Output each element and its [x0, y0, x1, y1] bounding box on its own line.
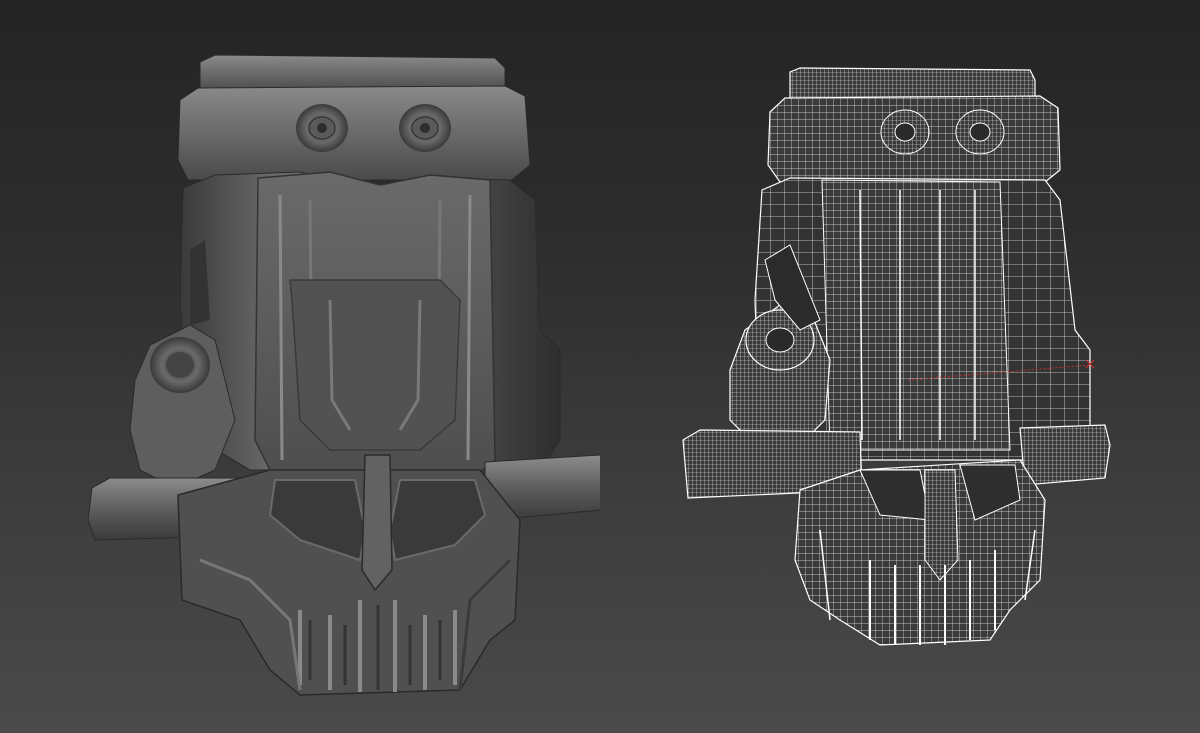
shaded-model[interactable]	[0, 0, 600, 733]
collar	[177, 85, 531, 181]
wireframe-model[interactable]	[600, 0, 1200, 733]
3d-viewport[interactable]	[0, 0, 1200, 733]
